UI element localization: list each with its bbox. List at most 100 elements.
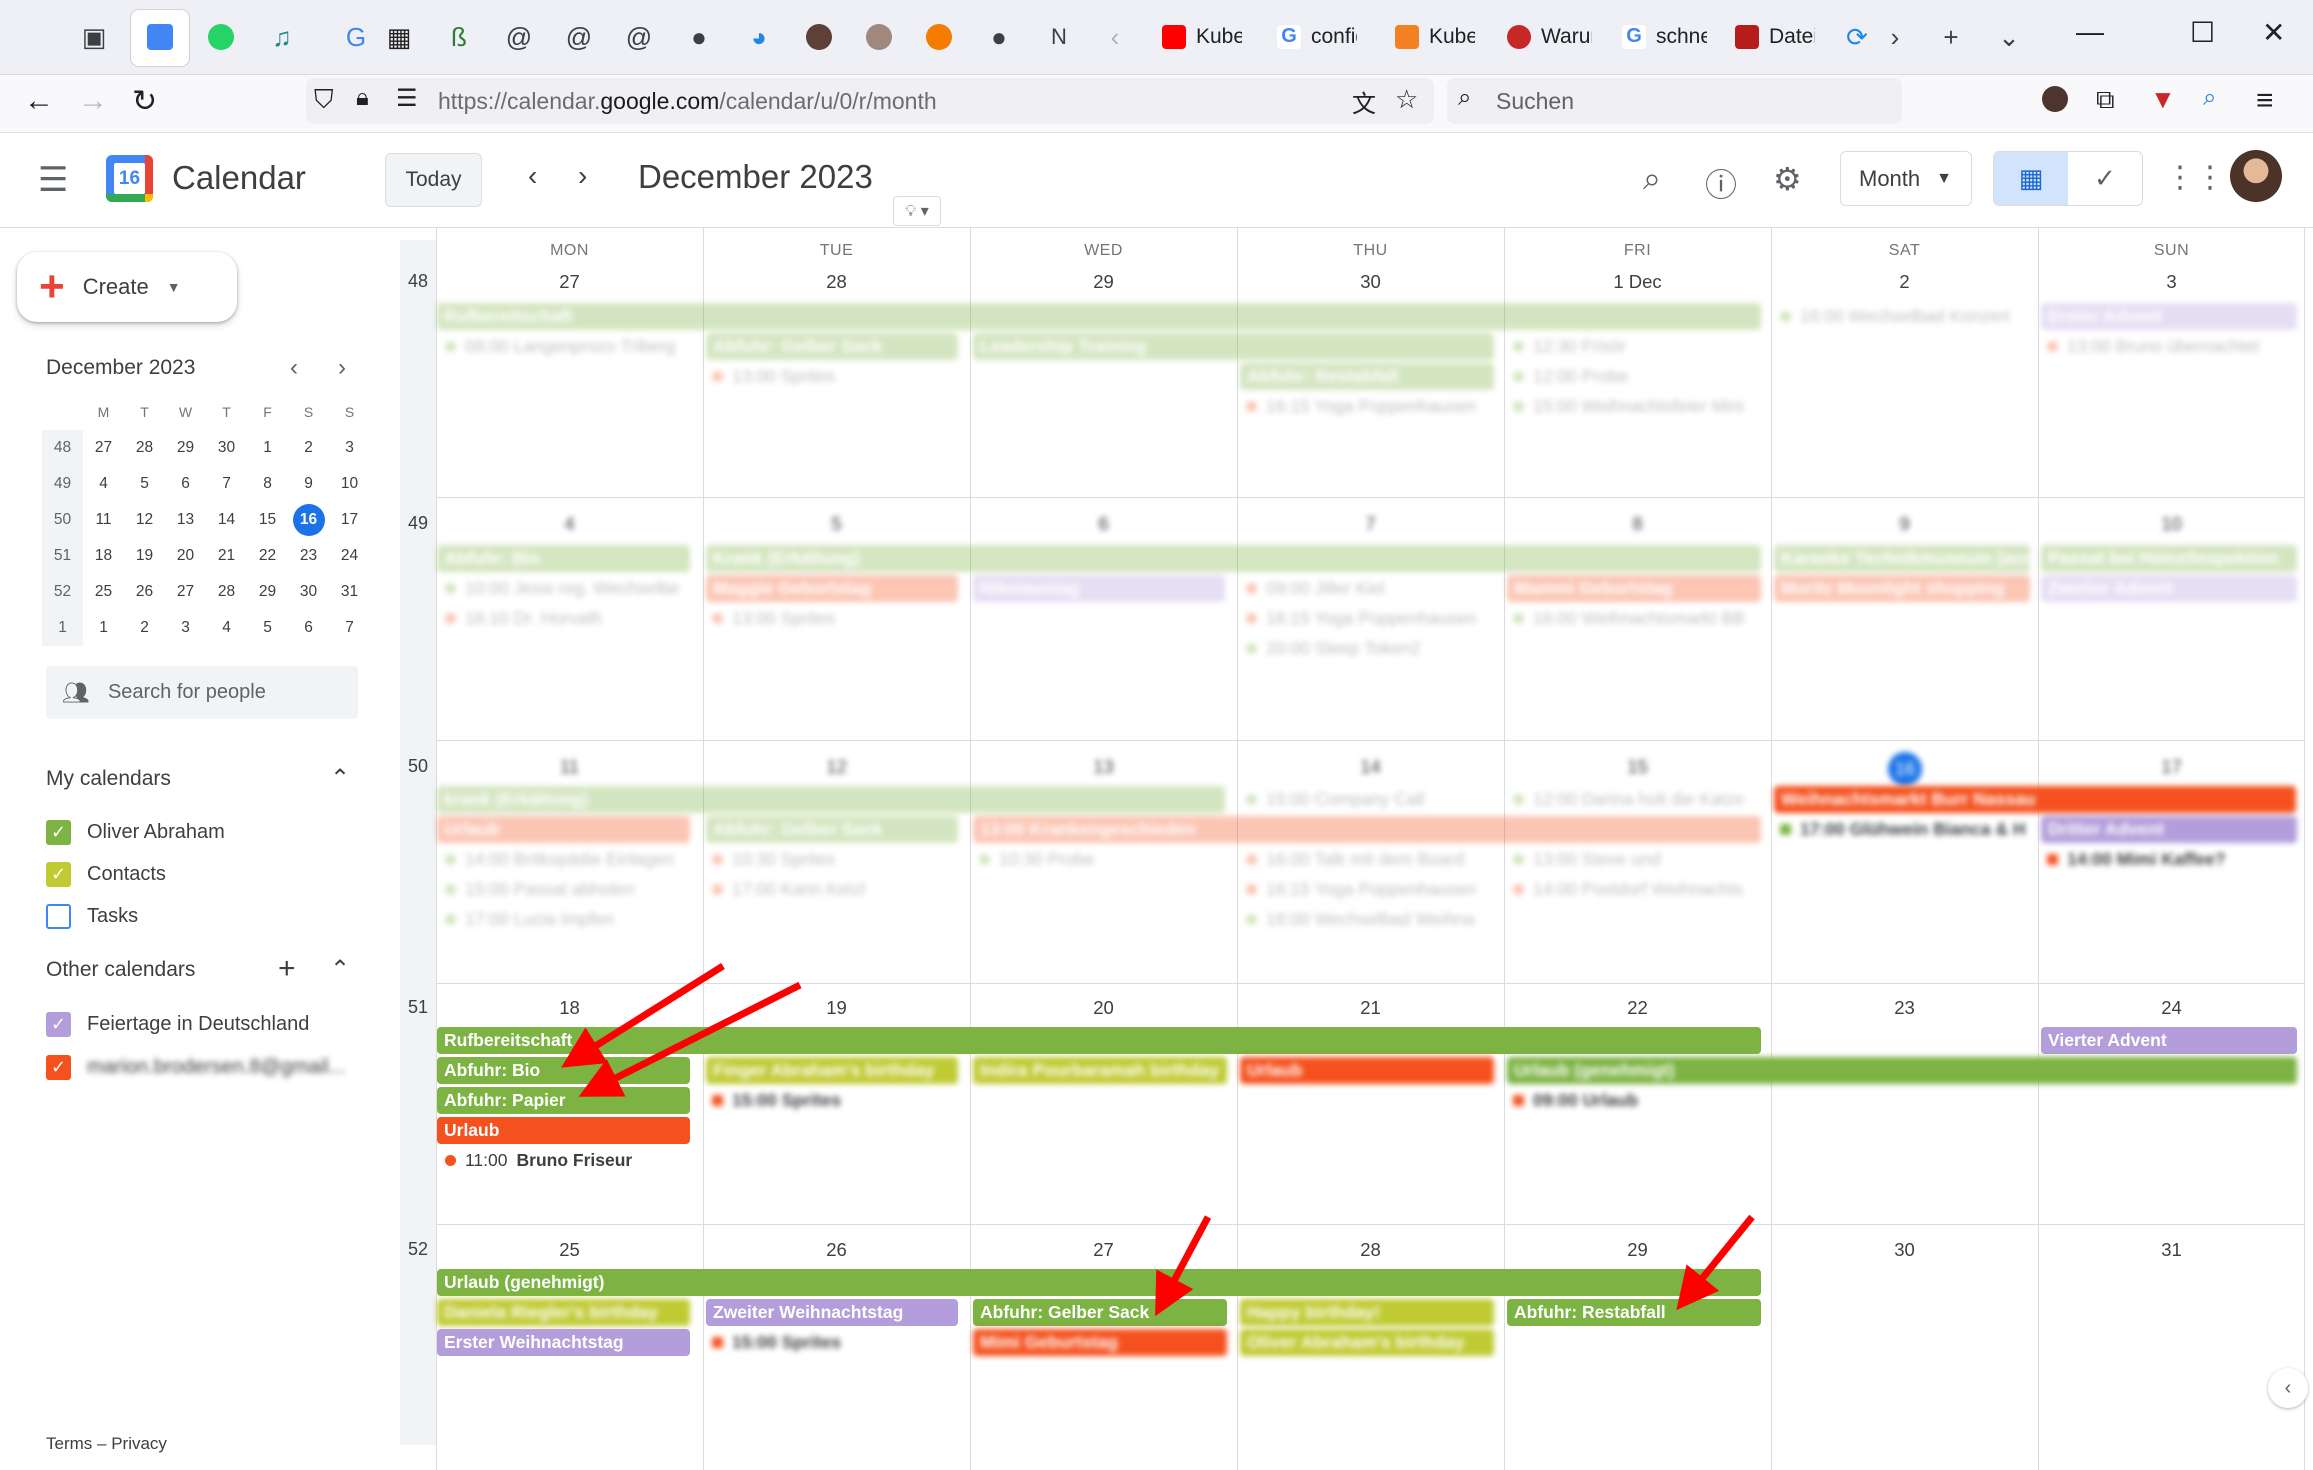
whatsapp-icon[interactable] [202,18,240,56]
event-chip-erster-weihnachtstag[interactable]: Erster Weihnachtstag [437,1329,690,1356]
mini-day-today[interactable]: 16 [288,502,329,538]
calendar-logo[interactable]: 16 [106,155,153,202]
day-number[interactable]: 23 [1771,997,2038,1019]
user-avatar[interactable] [2230,150,2282,202]
event-chip[interactable]: Moritz Moonlight shopping [1774,575,2030,602]
mini-day[interactable]: 11 [83,502,124,538]
today-button[interactable]: Today [385,153,482,207]
event-item[interactable]: 15:00 Sprites [704,1087,968,1114]
mini-day[interactable]: 27 [83,430,124,466]
mini-day[interactable]: 21 [206,538,247,574]
day-number[interactable]: 26 [703,1239,970,1261]
event-item[interactable]: 13:00 Steve und [1505,846,1769,873]
at-icon-2[interactable]: @ [560,18,598,56]
music-app-icon[interactable]: ♫ [263,18,301,56]
event-chip[interactable]: Urlaub [437,816,690,843]
checkbox-checked-icon[interactable]: ✓ [46,862,71,887]
event-chip[interactable]: Dritter Advent [2041,816,2297,843]
search-extension-icon[interactable]: ⌕ [2203,84,2216,112]
mini-day[interactable]: 1 [247,430,288,466]
event-item[interactable]: 13:00 Sprites [704,605,968,632]
mini-day[interactable]: 6 [165,466,206,502]
event-chip-urlaub-genehmigt[interactable]: Urlaub (genehmigt) [1507,1057,2297,1084]
day-number[interactable]: 31 [2038,1239,2305,1261]
event-item[interactable]: 12:00 Darina holt die Katze [1505,786,1769,813]
event-item[interactable]: 12:00 Probe [1505,363,1769,390]
day-number[interactable]: 27 [436,271,703,293]
event-chip[interactable]: Leadership Training [973,333,1494,360]
event-item[interactable]: 08:00 Langenprozo Triberg [437,333,701,360]
day-number[interactable]: 15 [1504,756,1771,778]
mini-day[interactable]: 20 [165,538,206,574]
mini-week-number[interactable]: 48 [42,430,83,466]
event-item[interactable]: 16:00 Weihnachtsmarkt BB [1505,605,1769,632]
event-chip-birthday[interactable]: Oliver Abraham's birthday [1240,1329,1494,1356]
mini-week-number[interactable]: 51 [42,538,83,574]
day-number[interactable]: 13 [970,756,1237,778]
cloud-icon[interactable]: ◕ [740,18,778,56]
event-chip-vierter-advent[interactable]: Vierter Advent [2041,1027,2297,1054]
day-number[interactable]: 10 [2038,513,2305,535]
tab-kuber-2[interactable]: Kuber [1395,18,1475,56]
event-chip[interactable]: 13:00 Krankengeschieden [973,816,1761,843]
day-number[interactable]: 11 [436,756,703,778]
lock-icon[interactable]: 🔒︎ [356,84,369,112]
mini-day[interactable]: 17 [329,502,370,538]
week-number[interactable]: 52 [400,1239,436,1260]
calendar-item-tasks[interactable]: Tasks [46,904,138,929]
mini-day[interactable]: 4 [83,466,124,502]
event-chip[interactable]: Nikolaustag [973,575,1225,602]
mini-day[interactable]: 3 [329,430,370,466]
day-number[interactable]: 17 [2038,756,2305,778]
tab-schnel[interactable]: Gschnel [1622,18,1707,56]
vivaldi-extension-icon[interactable]: ▼ [2150,84,2176,115]
event-item[interactable]: 20:00 Sleep Token2 [1238,635,1502,662]
mini-day[interactable]: 5 [247,610,288,646]
checkbox-checked-icon[interactable]: ✓ [46,820,71,845]
mini-day[interactable]: 4 [206,610,247,646]
event-item[interactable]: 10:00 Jessi reg. Wechselbe [437,575,701,602]
event-item-bruno-friseur[interactable]: 11:00 Bruno Friseur [437,1147,701,1174]
event-item[interactable]: 15:00 Sprites [704,1329,968,1356]
at-icon-1[interactable]: @ [500,18,538,56]
day-number[interactable]: 19 [703,997,970,1019]
github-icon-2[interactable]: ● [980,18,1018,56]
suitcase-icon[interactable]: ▦ [380,18,418,56]
maximize-icon[interactable]: ☐ [2190,16,2215,49]
browser-menu-icon[interactable]: ≡ [2256,84,2274,118]
event-chip[interactable]: Zweiter Advent [2041,575,2297,602]
day-number[interactable]: 1 Dec [1504,271,1771,293]
mini-day[interactable]: 2 [124,610,165,646]
event-item[interactable]: 12:30 Frisör [1505,333,1769,360]
event-item[interactable]: 09:00 Jiller Kiel [1238,575,1502,602]
event-chip-urlaub[interactable]: Urlaub [1240,1057,1494,1084]
day-number[interactable]: 9 [1771,513,2038,535]
mini-prev-month-icon[interactable]: ‹ [290,354,298,382]
event-chip-geburtstag[interactable]: Mimi Geburtstag [973,1329,1227,1356]
privacy-link[interactable]: Privacy [111,1434,167,1453]
at-icon-3[interactable]: @ [620,18,658,56]
chevron-up-icon[interactable]: ⌃ [330,955,350,984]
extensions-icon[interactable]: ⧉ [2096,84,2115,116]
shield-icon[interactable]: ⛉ [314,84,334,116]
mini-day[interactable]: 7 [329,610,370,646]
event-chip[interactable]: Abfuhr: Bio [437,545,690,572]
event-chip[interactable]: krank (Erkältung) [437,786,1225,813]
add-calendar-plus-icon[interactable]: + [278,952,296,986]
mini-day[interactable]: 18 [83,538,124,574]
mini-week-number[interactable]: 50 [42,502,83,538]
translate-page-icon[interactable]: 文 [1352,84,1376,119]
tab-list-chevron-icon[interactable]: ⌄ [1990,18,2028,56]
event-item[interactable]: 16:15 Yoga Poppenhausen [1238,876,1502,903]
chevron-up-icon[interactable]: ⌃ [330,764,350,793]
event-chip-birthday[interactable]: Indira Pourbaramah birthday [973,1057,1227,1084]
mini-day[interactable]: 14 [206,502,247,538]
mini-day[interactable]: 15 [247,502,288,538]
event-chip[interactable]: Abfuhr: Gelber Sack [706,816,958,843]
event-item[interactable]: 16:10 Dr. Horvath [437,605,701,632]
mini-day[interactable]: 7 [206,466,247,502]
day-number[interactable]: 22 [1504,997,1771,1019]
other-calendars-title[interactable]: Other calendars [46,958,195,982]
mini-day[interactable]: 13 [165,502,206,538]
mini-day[interactable]: 28 [206,574,247,610]
